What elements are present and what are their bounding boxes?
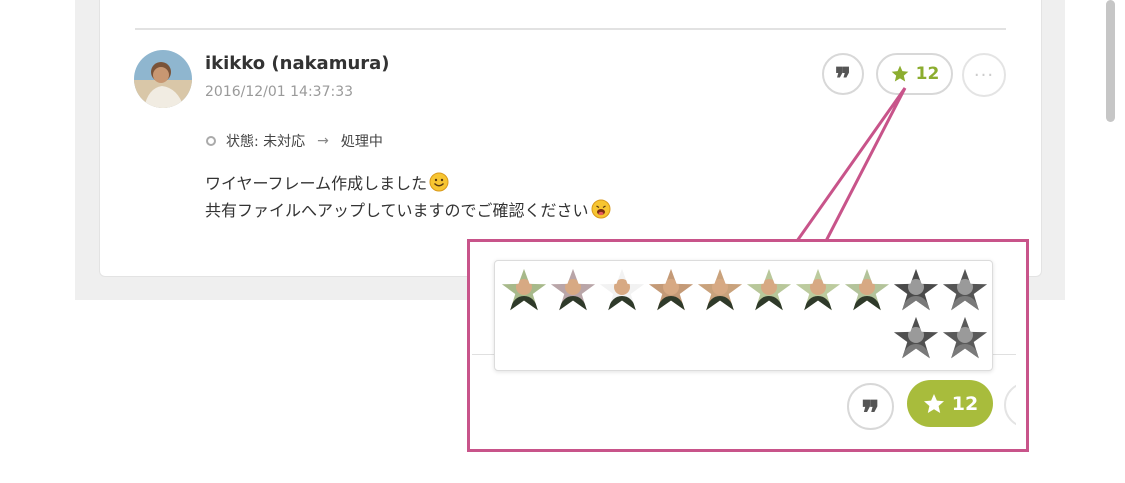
stargazer-avatar[interactable] bbox=[648, 268, 694, 312]
stargazer-avatar[interactable] bbox=[893, 268, 939, 312]
more-button-zoomed[interactable] bbox=[1004, 382, 1016, 428]
quote-button[interactable]: ❞ bbox=[822, 53, 864, 95]
status-arrow: → bbox=[317, 133, 329, 149]
stargazer-avatar[interactable] bbox=[844, 268, 890, 312]
status-change: 状態: 未対応 → 処理中 bbox=[206, 130, 383, 152]
stargazer-avatar[interactable] bbox=[746, 268, 792, 312]
stargazer-avatar[interactable] bbox=[697, 268, 743, 312]
star-button[interactable]: 12 bbox=[876, 53, 953, 95]
tongue-emoji-icon bbox=[591, 199, 611, 219]
stargazer-avatar[interactable] bbox=[599, 268, 645, 312]
message-line-2: 共有ファイルへアップしていますのでご確認ください bbox=[205, 197, 611, 221]
stargazer-avatar[interactable] bbox=[501, 268, 547, 312]
quote-button-zoomed[interactable]: ❞ bbox=[847, 383, 894, 434]
more-icon: ··· bbox=[973, 64, 995, 86]
quote-icon: ❞ bbox=[834, 62, 852, 97]
stargazer-avatar[interactable] bbox=[893, 316, 939, 360]
stargazer-avatar[interactable] bbox=[942, 268, 988, 312]
status-dot-icon bbox=[206, 136, 216, 146]
author-name[interactable]: ikikko (nakamura) bbox=[205, 53, 390, 74]
quote-icon: ❞ bbox=[861, 393, 880, 434]
star-icon bbox=[891, 65, 908, 82]
more-button[interactable]: ··· bbox=[962, 53, 1006, 97]
comment-divider bbox=[135, 28, 1006, 30]
comment-timestamp: 2016/12/01 14:37:33 bbox=[205, 84, 354, 100]
message-text-2: 共有ファイルへアップしていますのでご確認ください bbox=[205, 201, 589, 220]
message-line-1: ワイヤーフレーム作成しました bbox=[205, 170, 449, 194]
message-text-1: ワイヤーフレーム作成しました bbox=[205, 174, 428, 193]
status-from: 状態: 未対応 bbox=[226, 134, 306, 150]
star-count: 12 bbox=[915, 64, 940, 84]
status-to: 処理中 bbox=[340, 134, 383, 150]
stargazer-avatar[interactable] bbox=[795, 268, 841, 312]
stargazer-avatar[interactable] bbox=[942, 316, 988, 360]
scrollbar-thumb[interactable] bbox=[1106, 0, 1115, 122]
star-button-zoomed[interactable]: 12 bbox=[907, 380, 993, 427]
star-icon bbox=[923, 393, 944, 413]
smile-emoji-icon bbox=[429, 172, 449, 192]
star-count: 12 bbox=[951, 392, 979, 415]
stargazers-popup bbox=[494, 260, 993, 371]
author-avatar[interactable] bbox=[134, 50, 192, 108]
stargazer-avatar[interactable] bbox=[550, 268, 596, 312]
